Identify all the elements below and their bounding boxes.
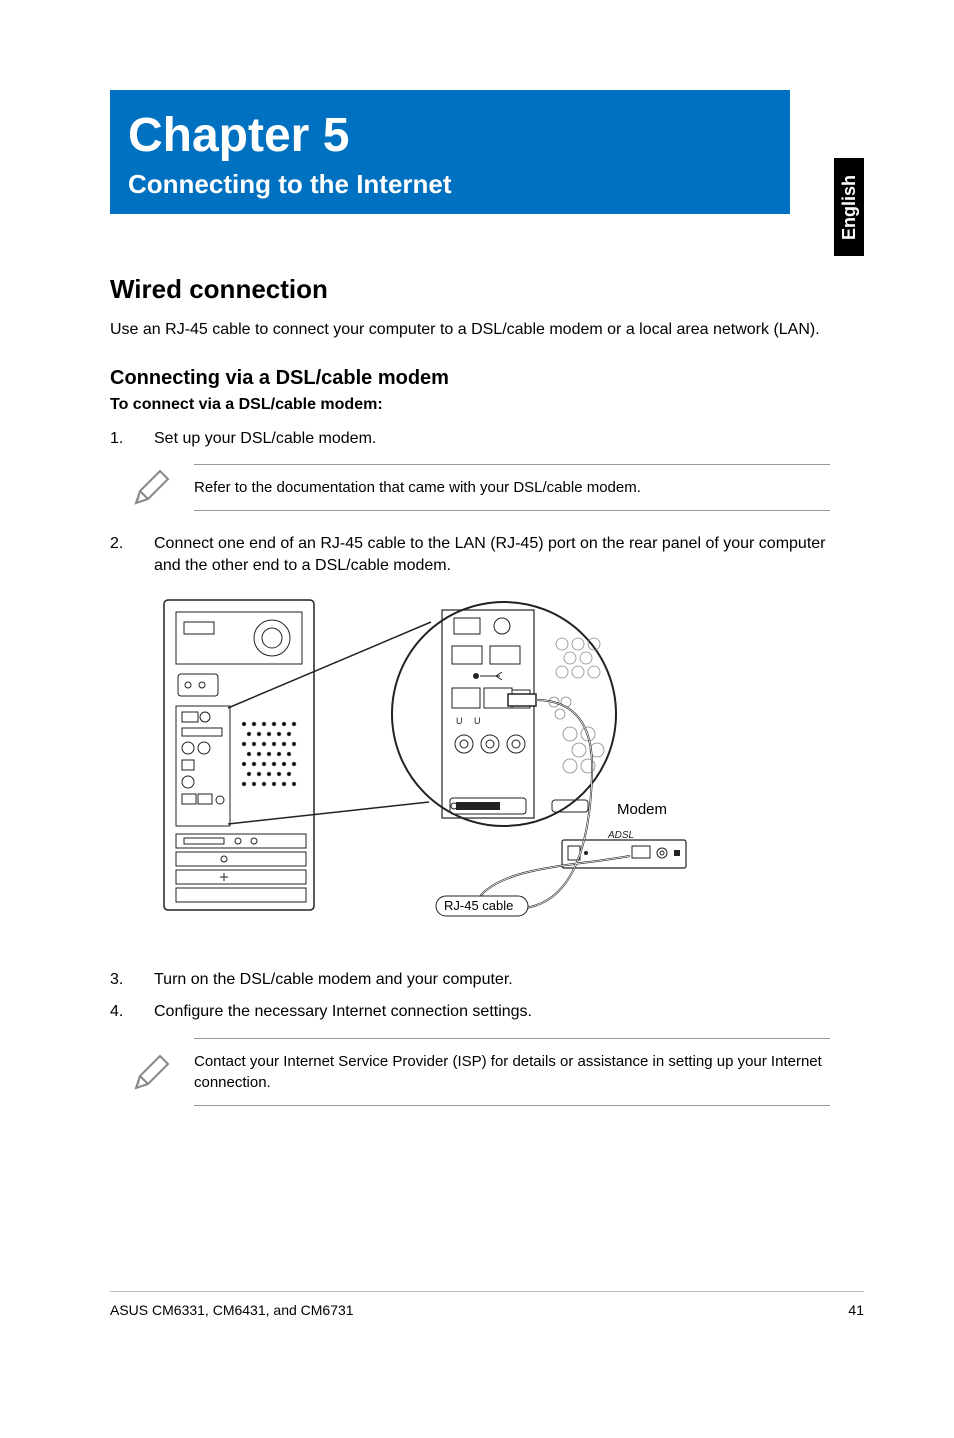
step-number: 4.: [110, 1001, 154, 1023]
language-label: English: [839, 174, 860, 239]
step-text: Connect one end of an RJ-45 cable to the…: [154, 533, 830, 578]
content-area: Wired connection Use an RJ-45 cable to c…: [110, 274, 830, 1106]
chapter-number: Chapter 5: [128, 108, 772, 163]
subsection-lead: To connect via a DSL/cable modem:: [110, 396, 830, 414]
svg-text:U: U: [474, 716, 481, 726]
step-item: 3. Turn on the DSL/cable modem and your …: [110, 969, 830, 991]
steps-list: 2. Connect one end of an RJ-45 cable to …: [110, 533, 830, 578]
steps-list: 3. Turn on the DSL/cable modem and your …: [110, 969, 830, 1024]
footer-product: ASUS CM6331, CM6431, and CM6731: [110, 1302, 354, 1318]
connection-diagram: U U: [154, 594, 830, 939]
step-number: 3.: [110, 969, 154, 991]
cable-label: RJ-45 cable: [444, 898, 513, 913]
note-block: Refer to the documentation that came wit…: [110, 464, 830, 511]
footer-page-number: 41: [848, 1302, 864, 1318]
manual-page: Chapter 5 Connecting to the Internet Eng…: [0, 0, 954, 1438]
svg-text:U: U: [456, 716, 463, 726]
section-heading: Wired connection: [110, 274, 830, 305]
step-item: 2. Connect one end of an RJ-45 cable to …: [110, 533, 830, 578]
note-block: Contact your Internet Service Provider (…: [110, 1038, 830, 1106]
step-item: 4. Configure the necessary Internet conn…: [110, 1001, 830, 1023]
note-text: Refer to the documentation that came wit…: [194, 464, 830, 511]
step-number: 1.: [110, 428, 154, 450]
svg-text:ADSL: ADSL: [607, 830, 634, 841]
step-number: 2.: [110, 533, 154, 578]
section-intro: Use an RJ-45 cable to connect your compu…: [110, 319, 830, 341]
pencil-icon: [110, 465, 194, 509]
note-text: Contact your Internet Service Provider (…: [194, 1038, 830, 1106]
language-tab: English: [834, 158, 864, 256]
step-text: Set up your DSL/cable modem.: [154, 428, 830, 450]
pencil-icon: [110, 1050, 194, 1094]
page-footer: ASUS CM6331, CM6431, and CM6731 41: [110, 1291, 864, 1318]
subsection-heading: Connecting via a DSL/cable modem: [110, 367, 830, 390]
steps-list: 1. Set up your DSL/cable modem.: [110, 428, 830, 450]
step-item: 1. Set up your DSL/cable modem.: [110, 428, 830, 450]
chapter-banner: Chapter 5 Connecting to the Internet: [110, 90, 790, 214]
step-text: Turn on the DSL/cable modem and your com…: [154, 969, 830, 991]
modem-label: Modem: [617, 801, 667, 818]
chapter-title: Connecting to the Internet: [128, 169, 772, 200]
step-text: Configure the necessary Internet connect…: [154, 1001, 830, 1023]
